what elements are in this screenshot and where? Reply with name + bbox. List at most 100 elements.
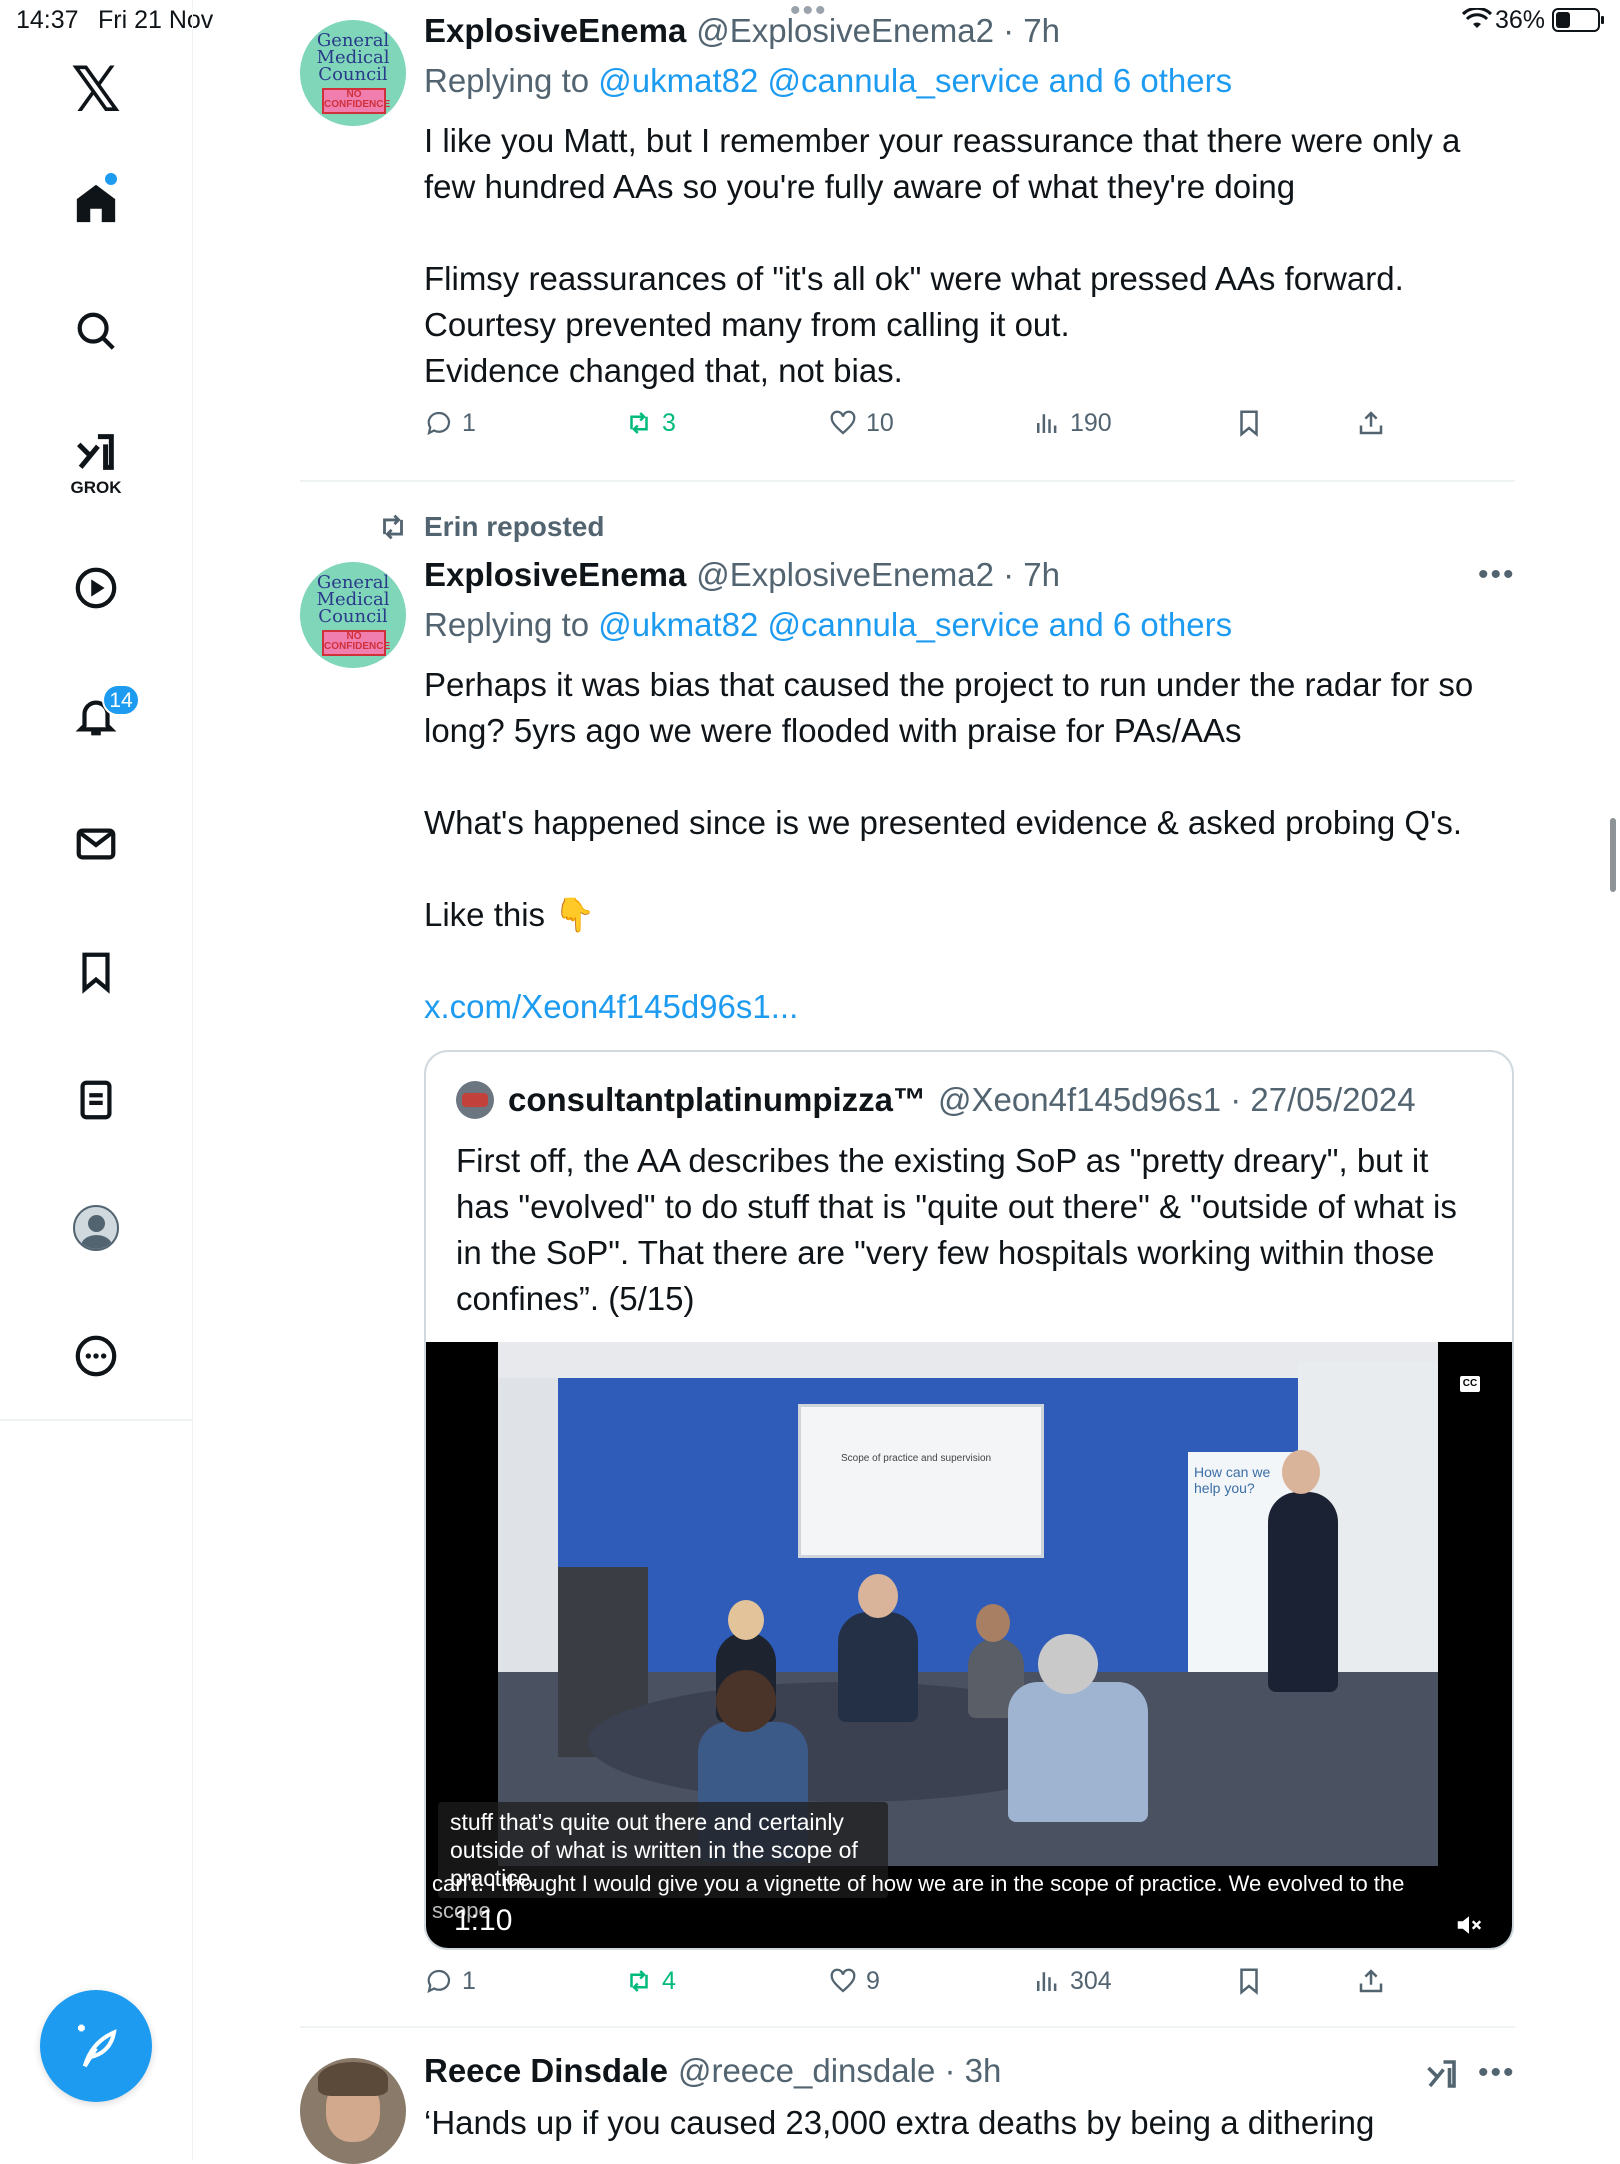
tweet2-paragraph: Perhaps it was bias that caused the proj… xyxy=(424,666,1474,749)
tweet3-author-name[interactable]: Reece Dinsdale xyxy=(424,2052,668,2090)
projection-caption: Scope of practice and supervision xyxy=(841,1453,992,1464)
sidebar: 𝕏 GROK 14 xyxy=(0,0,193,2160)
heart-icon xyxy=(830,410,856,435)
lists-icon[interactable] xyxy=(56,1060,136,1140)
like-button[interactable]: 10 xyxy=(828,408,894,438)
share-button[interactable] xyxy=(1356,1966,1394,1996)
projection-screen: Scope of practice and supervision xyxy=(798,1404,1044,1558)
profile-icon[interactable] xyxy=(56,1188,136,1268)
tweet2-replying-to: Replying to @ukmat82 @cannula_service an… xyxy=(424,606,1232,644)
tweet2-action-bar: 1 4 9 304 xyxy=(424,1966,1424,2006)
reply-count: 1 xyxy=(462,408,476,437)
reply-button[interactable]: 1 xyxy=(424,1966,476,1996)
bookmarks-icon[interactable] xyxy=(56,932,136,1012)
repost-button[interactable]: 4 xyxy=(624,1966,676,1996)
tweet2-more-icon[interactable]: ••• xyxy=(1478,558,1516,592)
quote-header: consultantplatinumpizza™ @Xeon4f145d96s1… xyxy=(456,1080,1416,1120)
tweet1-paragraph: I like you Matt, but I remember your rea… xyxy=(424,122,1461,205)
reply-icon xyxy=(427,1969,451,1994)
heart-icon xyxy=(830,1968,856,1993)
repost-icon xyxy=(630,412,648,434)
x-logo-icon[interactable]: 𝕏 xyxy=(56,50,136,130)
battery-icon xyxy=(1552,8,1604,32)
view-count: 304 xyxy=(1070,1966,1112,1995)
repost-context-icon xyxy=(383,514,403,540)
views-button[interactable]: 304 xyxy=(1032,1966,1112,1996)
tweet1-author-handle[interactable]: @ExplosiveEnema2 · 7h xyxy=(696,12,1060,50)
scrollbar[interactable] xyxy=(1610,818,1616,892)
tweet2-author-name[interactable]: ExplosiveEnema xyxy=(424,556,686,594)
tweet1-replying-to: Replying to @ukmat82 @cannula_service an… xyxy=(424,62,1232,100)
reply-count: 1 xyxy=(462,1966,476,1995)
video-icon[interactable] xyxy=(56,548,136,628)
messages-icon[interactable] xyxy=(56,804,136,884)
grok-explain-icon[interactable] xyxy=(1424,2056,1460,2092)
tweet1-paragraph: Evidence changed that, not bias. xyxy=(424,352,903,389)
tweet3-author-handle[interactable]: @reece_dinsdale · 3h xyxy=(678,2052,1001,2090)
view-count: 190 xyxy=(1070,408,1112,437)
repost-icon xyxy=(630,1970,648,1992)
quote-author-handle[interactable]: @Xeon4f145d96s1 · 27/05/2024 xyxy=(938,1081,1416,1119)
tweet3-avatar[interactable] xyxy=(300,2058,406,2164)
home-icon[interactable] xyxy=(56,163,136,243)
notification-count-badge: 14 xyxy=(102,684,140,716)
tweet1-avatar[interactable]: General Medical Council NO CONFIDENCE xyxy=(300,20,406,126)
bookmark-icon xyxy=(1240,410,1258,437)
repost-button[interactable]: 3 xyxy=(624,408,676,438)
tweet1-reply-mentions[interactable]: @ukmat82 @cannula_service and 6 others xyxy=(598,62,1232,99)
share-button[interactable] xyxy=(1356,408,1394,438)
video-duration: 1:10 xyxy=(454,1904,513,1937)
bookmark-button[interactable] xyxy=(1234,1966,1272,1996)
compose-feather-icon xyxy=(78,2024,117,2068)
tweet1-action-bar: 1 3 10 190 xyxy=(424,408,1424,448)
home-unread-dot xyxy=(105,173,117,185)
tweet1-reply-prefix: Replying to xyxy=(424,62,599,99)
tweet1-author-name[interactable]: ExplosiveEnema xyxy=(424,12,686,50)
compose-button[interactable] xyxy=(40,1990,152,2102)
share-icon xyxy=(1359,1969,1383,1993)
reply-icon xyxy=(427,411,451,436)
tweet3-text: ‘Hands up if you caused 23,000 extra dea… xyxy=(424,2104,1375,2141)
tweet2-avatar[interactable]: General Medical Council NO CONFIDENCE xyxy=(300,562,406,668)
bookmark-icon xyxy=(1240,1968,1258,1995)
tweet2-author-handle[interactable]: @ExplosiveEnema2 · 7h xyxy=(696,556,1060,594)
views-icon xyxy=(1037,1972,1057,1991)
mute-icon[interactable] xyxy=(1454,1910,1484,1940)
avatar xyxy=(73,1205,119,1251)
tweet1-header: ExplosiveEnema @ExplosiveEnema2 · 7h xyxy=(424,12,1060,56)
tweet1-text: I like you Matt, but I remember your rea… xyxy=(424,118,1514,394)
repost-context[interactable]: Erin reposted xyxy=(376,510,604,544)
bookmark-button[interactable] xyxy=(1234,408,1272,438)
tweet2-paragraph: What's happened since is we presented ev… xyxy=(424,804,1463,841)
tweet2-reply-prefix: Replying to xyxy=(424,606,599,643)
video-ticker: can't. I thought I would give you a vign… xyxy=(432,1871,1405,1896)
search-icon[interactable] xyxy=(56,291,136,371)
views-button[interactable]: 190 xyxy=(1032,408,1112,438)
quote-author-name[interactable]: consultantplatinumpizza™ xyxy=(508,1081,926,1119)
tweet2-reply-mentions[interactable]: @ukmat82 @cannula_service and 6 others xyxy=(598,606,1232,643)
views-icon xyxy=(1037,414,1057,433)
video-player[interactable]: Scope of practice and supervision How ca… xyxy=(426,1342,1512,1948)
reply-button[interactable]: 1 xyxy=(424,408,476,438)
closed-captions-icon[interactable]: CC xyxy=(1460,1376,1480,1392)
quote-avatar[interactable] xyxy=(456,1081,494,1119)
tweet3-header: Reece Dinsdale @reece_dinsdale · 3h xyxy=(424,2052,1001,2096)
repost-count: 4 xyxy=(662,1966,676,1995)
sidebar-divider xyxy=(0,1419,192,1421)
tweet3-more-icon[interactable]: ••• xyxy=(1478,2056,1516,2090)
video-frame: Scope of practice and supervision How ca… xyxy=(498,1342,1438,1866)
repost-context-label: Erin reposted xyxy=(424,511,605,542)
like-count: 9 xyxy=(866,1966,880,1995)
battery-percent: 36% xyxy=(1494,6,1545,34)
tweet2-text: Perhaps it was bias that caused the proj… xyxy=(424,662,1524,1030)
grok-label: GROK xyxy=(70,478,122,497)
quoted-tweet[interactable]: consultantplatinumpizza™ @Xeon4f145d96s1… xyxy=(424,1050,1514,1950)
tweet2-paragraph: Like this 👇 xyxy=(424,896,596,933)
tweet2-header: ExplosiveEnema @ExplosiveEnema2 · 7h xyxy=(424,556,1060,600)
tweet2-link[interactable]: x.com/Xeon4f145d96s1... xyxy=(424,988,798,1025)
tweet-divider xyxy=(300,2026,1515,2028)
more-icon[interactable] xyxy=(56,1316,136,1396)
repost-count: 3 xyxy=(662,408,676,437)
like-count: 10 xyxy=(866,408,894,437)
like-button[interactable]: 9 xyxy=(828,1966,880,1996)
